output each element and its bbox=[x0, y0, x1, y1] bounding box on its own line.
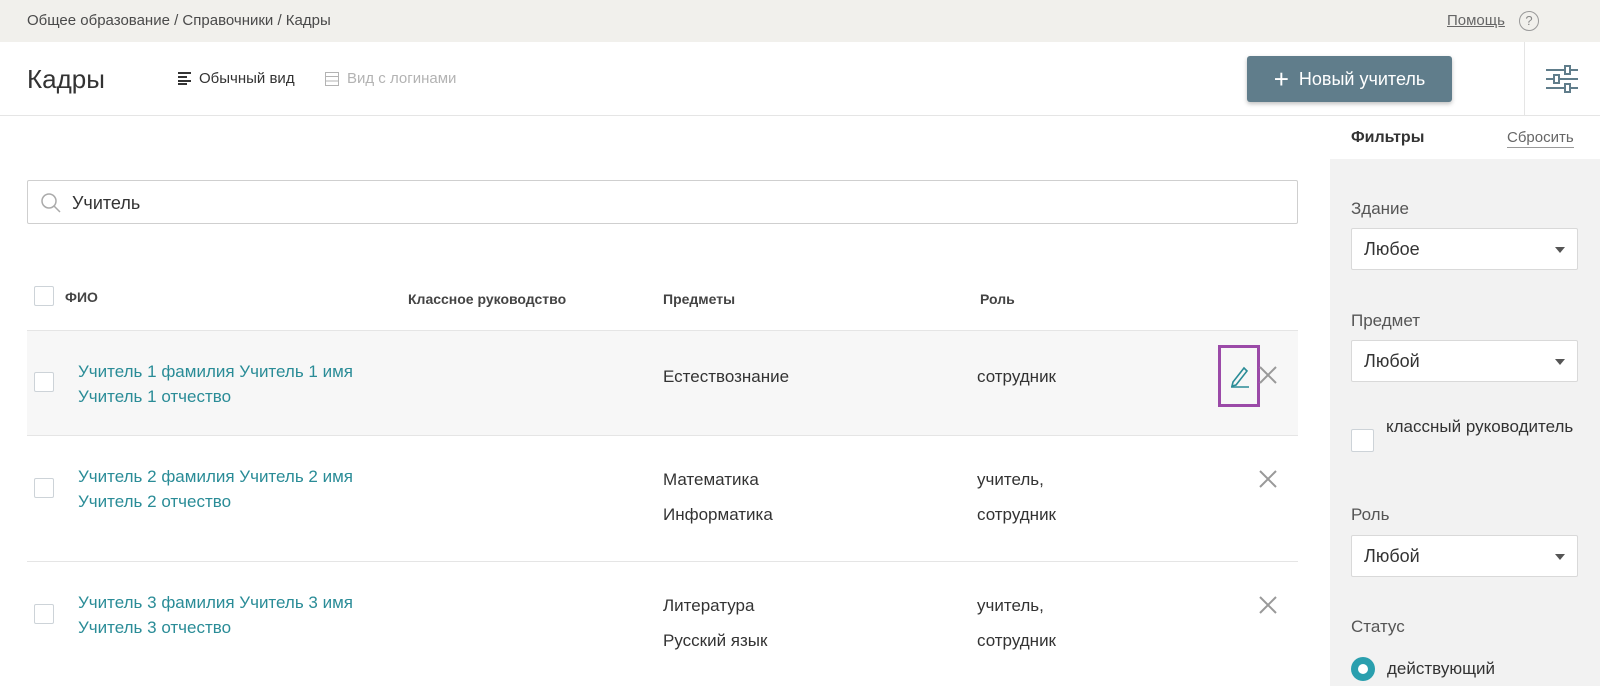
teacher-name-link[interactable]: Учитель 1 фамилия Учитель 1 имя Учитель … bbox=[78, 359, 353, 409]
page-title: Кадры bbox=[27, 64, 105, 94]
column-subjects-header[interactable]: Предметы bbox=[663, 291, 735, 307]
row-checkbox[interactable] bbox=[34, 478, 54, 498]
filters-title: Фильтры bbox=[1351, 129, 1425, 146]
class-lead-checkbox[interactable] bbox=[1351, 429, 1374, 452]
status-filter-label: Статус bbox=[1351, 617, 1405, 636]
building-select[interactable]: Любое bbox=[1351, 228, 1578, 270]
status-radio-label[interactable]: действующий bbox=[1387, 659, 1495, 679]
new-teacher-button[interactable]: + Новый учитель bbox=[1247, 56, 1452, 102]
role-select-value: Любой bbox=[1364, 546, 1420, 566]
subject-select[interactable]: Любой bbox=[1351, 340, 1578, 382]
top-bar: Общее образование / Справочники / Кадры … bbox=[0, 0, 1600, 42]
filters-sidebar: Фильтры Сбросить Здание Любое Предмет Лю… bbox=[1330, 117, 1600, 686]
close-icon[interactable] bbox=[1258, 595, 1278, 615]
role-cell: сотрудник bbox=[977, 359, 1056, 394]
breadcrumb[interactable]: Общее образование / Справочники / Кадры bbox=[27, 12, 331, 29]
role-filter-label: Роль bbox=[1351, 505, 1390, 524]
teacher-name-link[interactable]: Учитель 2 фамилия Учитель 2 имя Учитель … bbox=[78, 464, 353, 514]
edit-highlight bbox=[1218, 345, 1260, 407]
column-role-header[interactable]: Роль bbox=[980, 291, 1015, 307]
subject-item: Естествознание bbox=[663, 367, 790, 386]
role-item: учитель, bbox=[977, 470, 1044, 489]
search-value: Учитель bbox=[72, 193, 141, 213]
subject-item: Русский язык bbox=[663, 631, 768, 650]
teacher-name-link[interactable]: Учитель 3 фамилия Учитель 3 имя Учитель … bbox=[78, 590, 353, 640]
dropdown-caret-icon bbox=[1555, 554, 1565, 560]
row-checkbox[interactable] bbox=[34, 372, 54, 392]
role-select[interactable]: Любой bbox=[1351, 535, 1578, 577]
column-name-header[interactable]: ФИО bbox=[65, 289, 98, 305]
teacher-name-line1: Учитель 1 фамилия Учитель 1 имя bbox=[78, 362, 353, 381]
teacher-name-line2: Учитель 1 отчество bbox=[78, 387, 232, 406]
status-radio[interactable] bbox=[1351, 657, 1375, 681]
class-lead-checkbox-label[interactable]: классный руководитель bbox=[1386, 414, 1576, 439]
table-row[interactable]: Учитель 1 фамилия Учитель 1 имя Учитель … bbox=[27, 330, 1298, 435]
subjects-cell: Математика Информатика bbox=[663, 462, 773, 532]
role-item: сотрудник bbox=[977, 631, 1056, 650]
teacher-name-line1: Учитель 3 фамилия Учитель 3 имя bbox=[78, 593, 353, 612]
table-row[interactable]: Учитель 3 фамилия Учитель 3 имя Учитель … bbox=[27, 561, 1298, 686]
subject-filter-label: Предмет bbox=[1351, 311, 1421, 330]
close-icon[interactable] bbox=[1258, 365, 1278, 385]
filters-header: Фильтры Сбросить bbox=[1330, 117, 1600, 159]
subject-item: Литература bbox=[663, 596, 755, 615]
subjects-cell: Литература Русский язык bbox=[663, 588, 767, 658]
select-all-checkbox[interactable] bbox=[34, 286, 54, 306]
help-link[interactable]: Помощь bbox=[1447, 12, 1505, 29]
role-cell: учитель, сотрудник bbox=[977, 588, 1056, 658]
view-logins-label: Вид с логинами bbox=[347, 70, 457, 87]
close-icon[interactable] bbox=[1258, 469, 1278, 489]
table-row[interactable]: Учитель 2 фамилия Учитель 2 имя Учитель … bbox=[27, 435, 1298, 561]
role-cell: учитель, сотрудник bbox=[977, 462, 1056, 532]
row-checkbox[interactable] bbox=[34, 604, 54, 624]
header-divider bbox=[1524, 42, 1525, 116]
subject-select-value: Любой bbox=[1364, 351, 1420, 371]
role-item: сотрудник bbox=[977, 367, 1056, 386]
list-view-icon bbox=[178, 72, 191, 85]
reset-filters-link[interactable]: Сбросить bbox=[1507, 129, 1574, 148]
subject-item: Информатика bbox=[663, 505, 773, 524]
page-header: Кадры Обычный вид Вид с логинами + Новый… bbox=[0, 42, 1600, 116]
subject-item: Математика bbox=[663, 470, 759, 489]
column-class-lead-header[interactable]: Классное руководство bbox=[408, 291, 566, 307]
plus-icon: + bbox=[1273, 64, 1289, 94]
teacher-name-line2: Учитель 2 отчество bbox=[78, 492, 232, 511]
teacher-name-line2: Учитель 3 отчество bbox=[78, 618, 232, 637]
teacher-name-line1: Учитель 2 фамилия Учитель 2 имя bbox=[78, 467, 353, 486]
dropdown-caret-icon bbox=[1555, 247, 1565, 253]
help-icon[interactable]: ? bbox=[1519, 11, 1539, 31]
pencil-icon[interactable] bbox=[1229, 364, 1251, 388]
role-item: сотрудник bbox=[977, 505, 1056, 524]
search-icon bbox=[41, 193, 61, 213]
view-normal-tab[interactable]: Обычный вид bbox=[178, 70, 295, 87]
view-logins-tab[interactable]: Вид с логинами bbox=[325, 70, 456, 87]
role-item: учитель, bbox=[977, 596, 1044, 615]
view-normal-label: Обычный вид bbox=[199, 70, 295, 87]
table-view-icon bbox=[325, 71, 339, 86]
dropdown-caret-icon bbox=[1555, 359, 1565, 365]
filter-settings-icon[interactable] bbox=[1545, 64, 1579, 94]
search-input[interactable]: Учитель bbox=[27, 180, 1298, 224]
building-filter-label: Здание bbox=[1351, 199, 1409, 218]
building-select-value: Любое bbox=[1364, 239, 1420, 259]
subjects-cell: Естествознание bbox=[663, 359, 789, 394]
new-teacher-label: Новый учитель bbox=[1298, 68, 1426, 89]
